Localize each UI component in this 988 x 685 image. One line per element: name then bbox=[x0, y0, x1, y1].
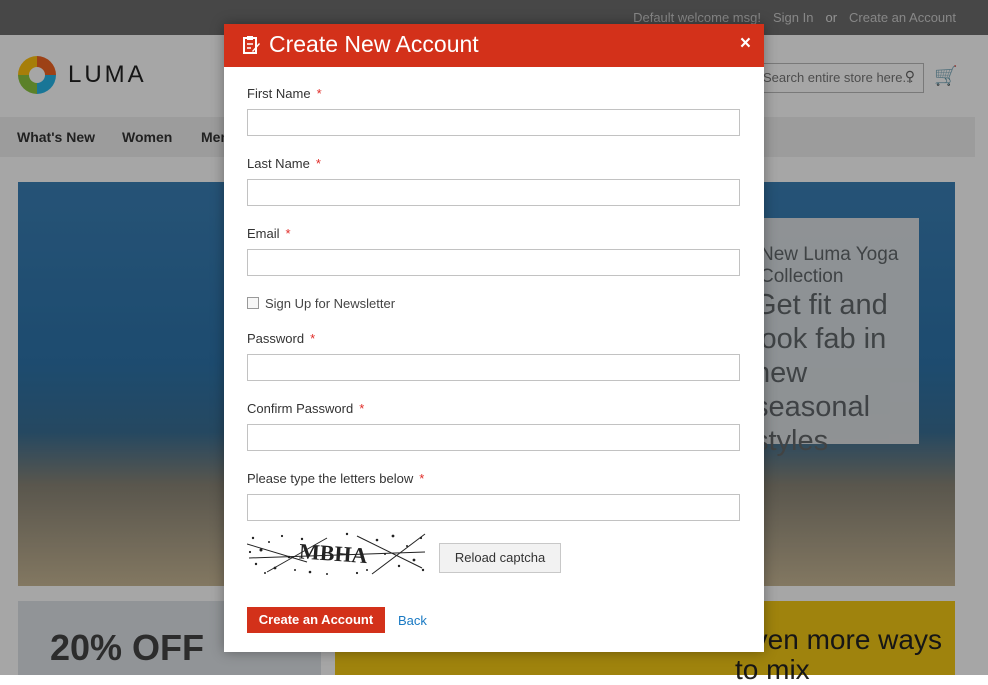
newsletter-label[interactable]: Sign Up for Newsletter bbox=[265, 296, 395, 311]
required-mark: * bbox=[315, 156, 321, 171]
newsletter-checkbox[interactable] bbox=[247, 297, 259, 309]
required-mark: * bbox=[310, 331, 316, 346]
email-label: Email * bbox=[247, 226, 291, 241]
create-account-modal: Create New Account × First Name * Last Na… bbox=[224, 24, 764, 652]
confirm-password-input[interactable] bbox=[247, 424, 740, 451]
last-name-input[interactable] bbox=[247, 179, 740, 206]
last-name-label: Last Name * bbox=[247, 156, 321, 171]
back-link[interactable]: Back bbox=[398, 613, 427, 628]
modal-header: Create New Account × bbox=[224, 24, 764, 67]
required-mark: * bbox=[359, 401, 365, 416]
email-input[interactable] bbox=[247, 249, 740, 276]
create-account-button[interactable]: Create an Account bbox=[247, 607, 385, 633]
first-name-input[interactable] bbox=[247, 109, 740, 136]
captcha-text: MBHA bbox=[298, 538, 368, 568]
password-label: Password * bbox=[247, 331, 316, 346]
first-name-label: First Name * bbox=[247, 86, 322, 101]
captcha-label: Please type the letters below * bbox=[247, 471, 425, 486]
captcha-image: MBHA bbox=[247, 530, 427, 576]
modal-title: Create New Account bbox=[269, 31, 479, 57]
password-input[interactable] bbox=[247, 354, 740, 381]
reload-captcha-button[interactable]: Reload captcha bbox=[439, 543, 561, 573]
captcha-input[interactable] bbox=[247, 494, 740, 521]
confirm-password-label: Confirm Password * bbox=[247, 401, 365, 416]
required-mark: * bbox=[285, 226, 291, 241]
required-mark: * bbox=[316, 86, 322, 101]
register-form-icon bbox=[243, 36, 260, 54]
close-icon[interactable]: × bbox=[740, 33, 751, 55]
required-mark: * bbox=[419, 471, 425, 486]
